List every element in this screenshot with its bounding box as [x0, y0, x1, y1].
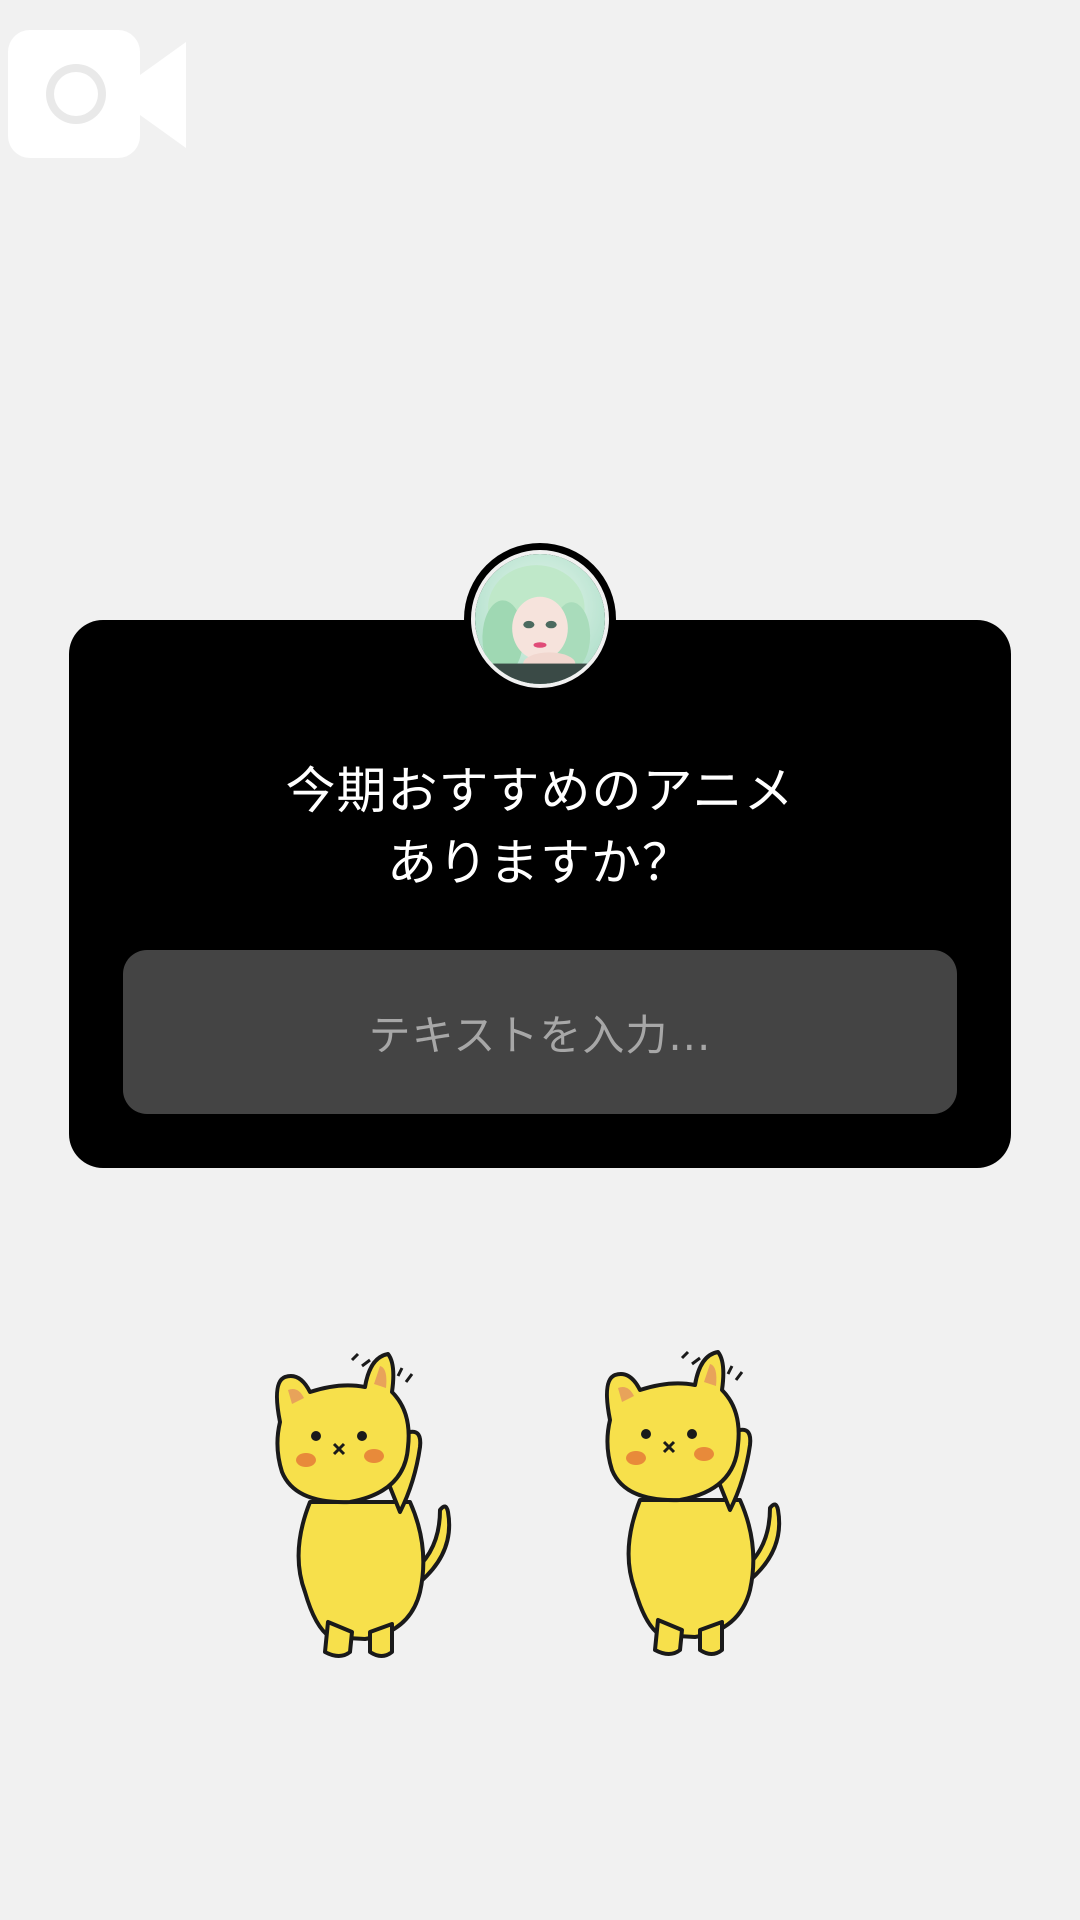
question-sticker[interactable]: 今期おすすめのアニメ ありますか？ テキストを入力...: [69, 620, 1011, 1168]
avatar: [464, 543, 616, 695]
question-line-1: 今期おすすめのアニメ: [285, 762, 795, 820]
question-text: 今期おすすめのアニメ ありますか？: [69, 755, 1011, 899]
video-camera-icon[interactable]: [8, 30, 188, 160]
question-line-2: ありますか？: [387, 834, 693, 892]
profile-photo: [471, 550, 609, 688]
cat-sticker-right[interactable]: [600, 1350, 790, 1660]
answer-input[interactable]: テキストを入力...: [123, 950, 957, 1114]
story-screen: 今期おすすめのアニメ ありますか？ テキストを入力...: [0, 0, 1080, 1920]
cat-sticker-left[interactable]: [270, 1352, 460, 1662]
answer-placeholder: テキストを入力...: [368, 1010, 712, 1060]
